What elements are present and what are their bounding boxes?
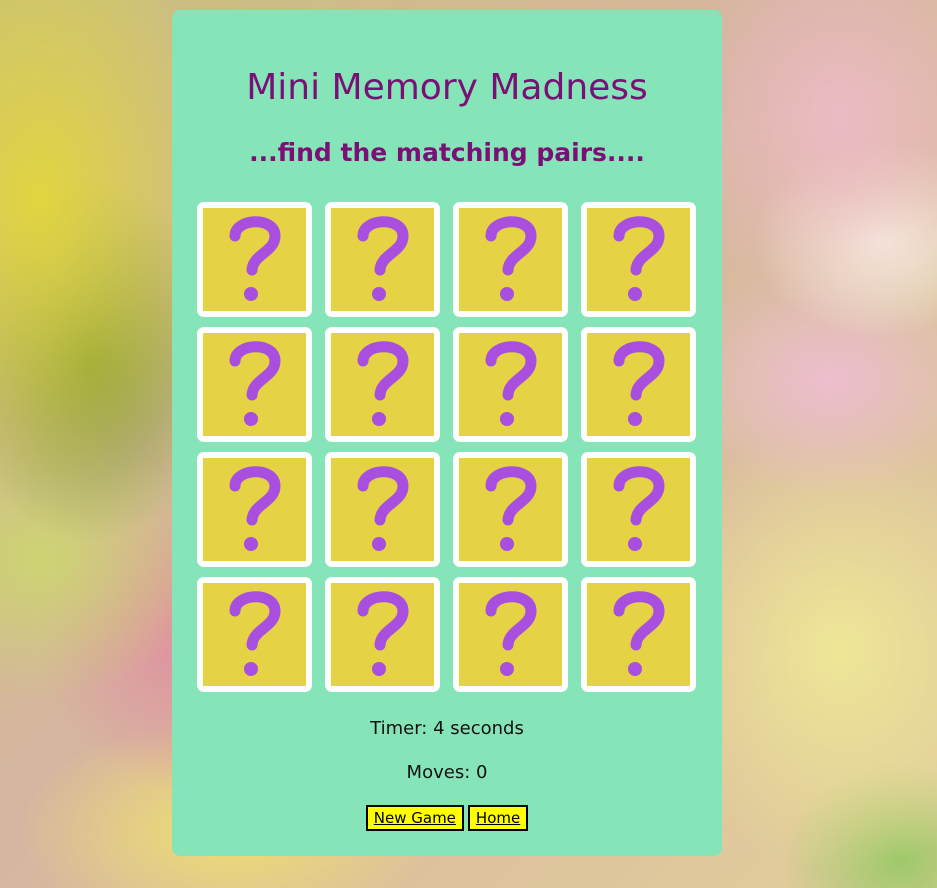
card-back (587, 333, 690, 436)
card-back (459, 458, 562, 561)
home-button[interactable]: Home (467, 805, 529, 831)
game-panel: Mini Memory Madness ...find the matching… (172, 10, 722, 856)
card-back (203, 583, 306, 686)
card-back (331, 583, 434, 686)
card-back (331, 458, 434, 561)
question-mark-icon (357, 215, 408, 301)
card-back (459, 333, 562, 436)
memory-card[interactable] (453, 452, 568, 567)
memory-card[interactable] (325, 577, 440, 692)
question-mark-icon (613, 465, 664, 551)
memory-card[interactable] (453, 577, 568, 692)
game-title: Mini Memory Madness (246, 67, 648, 108)
memory-card[interactable] (197, 452, 312, 567)
card-back (587, 458, 690, 561)
memory-card[interactable] (581, 327, 696, 442)
question-mark-icon (485, 215, 536, 301)
memory-card[interactable] (325, 202, 440, 317)
memory-card[interactable] (197, 202, 312, 317)
card-back (587, 208, 690, 311)
card-grid (197, 202, 697, 692)
card-back (459, 208, 562, 311)
question-mark-icon (485, 465, 536, 551)
question-mark-icon (357, 590, 408, 676)
memory-card[interactable] (581, 452, 696, 567)
question-mark-icon (485, 340, 536, 426)
memory-card[interactable] (453, 327, 568, 442)
card-back (203, 458, 306, 561)
timer-display: Timer: 4 seconds (370, 718, 524, 739)
card-back (203, 208, 306, 311)
game-subtitle: ...find the matching pairs.... (249, 138, 645, 167)
question-mark-icon (229, 465, 280, 551)
new-game-button[interactable]: New Game (365, 805, 464, 831)
card-back (459, 583, 562, 686)
memory-card[interactable] (581, 577, 696, 692)
question-mark-icon (485, 590, 536, 676)
card-back (203, 333, 306, 436)
card-back (331, 333, 434, 436)
memory-card[interactable] (581, 202, 696, 317)
memory-card[interactable] (197, 577, 312, 692)
memory-card[interactable] (197, 327, 312, 442)
question-mark-icon (229, 590, 280, 676)
moves-counter: Moves: 0 (406, 762, 488, 783)
memory-card[interactable] (453, 202, 568, 317)
question-mark-icon (229, 215, 280, 301)
question-mark-icon (613, 340, 664, 426)
question-mark-icon (357, 340, 408, 426)
question-mark-icon (229, 340, 280, 426)
question-mark-icon (613, 215, 664, 301)
memory-card[interactable] (325, 327, 440, 442)
card-back (331, 208, 434, 311)
memory-card[interactable] (325, 452, 440, 567)
question-mark-icon (613, 590, 664, 676)
question-mark-icon (357, 465, 408, 551)
card-back (587, 583, 690, 686)
button-bar: New Game Home (172, 805, 722, 831)
